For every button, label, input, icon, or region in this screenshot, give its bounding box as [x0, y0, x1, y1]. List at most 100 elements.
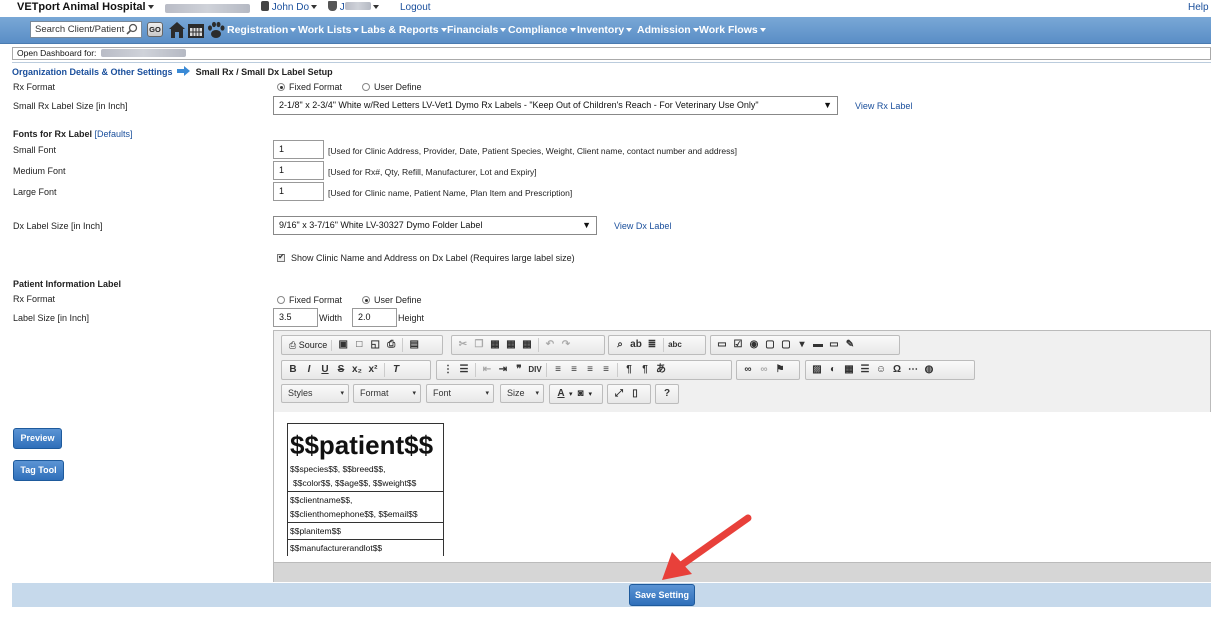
replace-icon[interactable]: ab [628, 337, 644, 353]
hidden-field-icon[interactable]: ✎ [842, 337, 858, 353]
calendar-icon[interactable] [187, 20, 205, 40]
textarea-icon[interactable]: ▢ [778, 337, 794, 353]
align-right-icon[interactable]: ≡ [582, 362, 598, 378]
font-dropdown[interactable]: Font ▾ [426, 384, 494, 403]
anchor-icon[interactable]: ⚑ [772, 362, 788, 378]
paw-icon[interactable] [206, 20, 226, 40]
special-char-icon[interactable]: Ω [889, 362, 905, 378]
template-cell-planitem[interactable]: $$planitem$$ [287, 522, 444, 540]
breadcrumb-parent-link[interactable]: Organization Details & Other Settings [12, 67, 173, 77]
nav-labs-reports[interactable]: Labs & Reports [361, 24, 447, 36]
radio-selected-icon[interactable] [362, 296, 370, 304]
bulleted-list-icon[interactable]: ☰ [456, 362, 472, 378]
source-button[interactable]: ⎙ Source [285, 339, 333, 351]
nav-inventory[interactable]: Inventory [577, 24, 633, 36]
iframe-icon[interactable]: ◍ [921, 362, 937, 378]
open-dashboard-bar[interactable]: Open Dashboard for: [12, 47, 1211, 60]
label-height-input[interactable]: 2.0 [352, 308, 397, 327]
template-cell-patient[interactable]: $$patient$$ $$species$$, $$breed$$, $$co… [287, 423, 444, 492]
text-field-icon[interactable]: ▢ [762, 337, 778, 353]
spellcheck-icon[interactable]: abc [667, 337, 683, 353]
rx-format-user-option[interactable]: User Define [362, 82, 422, 92]
radio-icon[interactable] [277, 296, 285, 304]
large-font-input[interactable]: 1 [273, 182, 324, 201]
label-template-table[interactable]: $$patient$$ $$species$$, $$breed$$, $$co… [287, 423, 444, 556]
bold-icon[interactable]: B [285, 362, 301, 378]
background-color-icon[interactable]: ◙ [573, 386, 589, 402]
text-rtl-icon[interactable]: ¶ [637, 362, 653, 378]
user-menu-2[interactable]: J [328, 1, 379, 13]
align-left-icon[interactable]: ≡ [550, 362, 566, 378]
styles-dropdown[interactable]: Styles ▾ [281, 384, 349, 403]
search-icon[interactable] [126, 23, 138, 35]
help-link[interactable]: Help [1188, 2, 1209, 13]
unlink-icon[interactable]: ∞ [756, 362, 772, 378]
nav-work-lists[interactable]: Work Lists [298, 24, 360, 36]
logout-link[interactable]: Logout [400, 2, 431, 13]
indent-icon[interactable]: ⇥ [495, 362, 511, 378]
button-icon[interactable]: ▬ [810, 337, 826, 353]
paste-text-icon[interactable]: ▦ [503, 337, 519, 353]
radio-button-icon[interactable]: ◉ [746, 337, 762, 353]
rx-format-fixed-option[interactable]: Fixed Format [277, 82, 342, 92]
new-page-icon[interactable]: □ [351, 337, 367, 353]
find-icon[interactable]: ⌕ [612, 337, 628, 353]
language-icon[interactable]: あ [653, 362, 669, 378]
horizontal-line-icon[interactable]: ☰ [857, 362, 873, 378]
text-ltr-icon[interactable]: ¶ [621, 362, 637, 378]
maximize-icon[interactable]: ⤢ [611, 386, 627, 402]
remove-format-icon[interactable]: T [388, 362, 404, 378]
medium-font-input[interactable]: 1 [273, 161, 324, 180]
undo-icon[interactable]: ↶ [542, 337, 558, 353]
templates-icon[interactable]: ▤ [406, 337, 422, 353]
print-icon[interactable]: ⎙ [383, 337, 399, 353]
numbered-list-icon[interactable]: ⋮ [440, 362, 456, 378]
strikethrough-icon[interactable]: S [333, 362, 349, 378]
defaults-link[interactable]: [Defaults] [95, 129, 133, 139]
select-all-icon[interactable]: ≣ [644, 337, 660, 353]
cut-icon[interactable]: ✂ [455, 337, 471, 353]
radio-selected-icon[interactable] [277, 83, 285, 91]
format-dropdown[interactable]: Format ▾ [353, 384, 421, 403]
template-cell-client[interactable]: $$clientname$$, $$clienthomephone$$, $$e… [287, 491, 444, 523]
checkbox-icon[interactable]: ☑ [730, 337, 746, 353]
blockquote-icon[interactable]: ❞ [511, 362, 527, 378]
nav-registration[interactable]: Registration [227, 24, 297, 36]
size-dropdown[interactable]: Size ▾ [500, 384, 544, 403]
subscript-icon[interactable]: x₂ [349, 362, 365, 378]
form-icon[interactable]: ▭ [714, 337, 730, 353]
help-icon[interactable]: ? [659, 386, 675, 402]
copy-icon[interactable]: ❐ [471, 337, 487, 353]
link-icon[interactable]: ∞ [740, 362, 756, 378]
nav-financials[interactable]: Financials [447, 24, 507, 36]
show-blocks-icon[interactable]: ▯ [627, 386, 643, 402]
page-break-icon[interactable]: ⋯ [905, 362, 921, 378]
nav-admission[interactable]: Admission [637, 24, 699, 36]
checkbox-checked-icon[interactable] [277, 252, 285, 262]
patient-fixed-option[interactable]: Fixed Format [277, 295, 342, 305]
tag-tool-button[interactable]: Tag Tool [13, 460, 64, 481]
table-icon[interactable]: ▦ [841, 362, 857, 378]
go-button[interactable]: GO [147, 22, 163, 37]
redo-icon[interactable]: ↷ [558, 337, 574, 353]
label-width-input[interactable]: 3.5 [273, 308, 318, 327]
nav-work-flows[interactable]: Work Flows [699, 24, 766, 36]
patient-user-option[interactable]: User Define [362, 295, 422, 305]
save-icon[interactable]: ▣ [335, 337, 351, 353]
preview-icon[interactable]: ◱ [367, 337, 383, 353]
view-dx-label-link[interactable]: View Dx Label [614, 221, 671, 231]
underline-icon[interactable]: U [317, 362, 333, 378]
paste-icon[interactable]: ▦ [487, 337, 503, 353]
image-button-icon[interactable]: ▭ [826, 337, 842, 353]
preview-button[interactable]: Preview [13, 428, 62, 449]
nav-compliance[interactable]: Compliance [508, 24, 576, 36]
italic-icon[interactable]: I [301, 362, 317, 378]
user-menu-1[interactable]: John Do [261, 1, 318, 13]
superscript-icon[interactable]: x² [365, 362, 381, 378]
text-color-icon[interactable]: A [553, 386, 569, 402]
radio-icon[interactable] [362, 83, 370, 91]
view-rx-label-link[interactable]: View Rx Label [855, 101, 912, 111]
home-icon[interactable] [168, 20, 186, 40]
flash-icon[interactable]: ◐ [825, 362, 841, 378]
small-font-input[interactable]: 1 [273, 140, 324, 159]
